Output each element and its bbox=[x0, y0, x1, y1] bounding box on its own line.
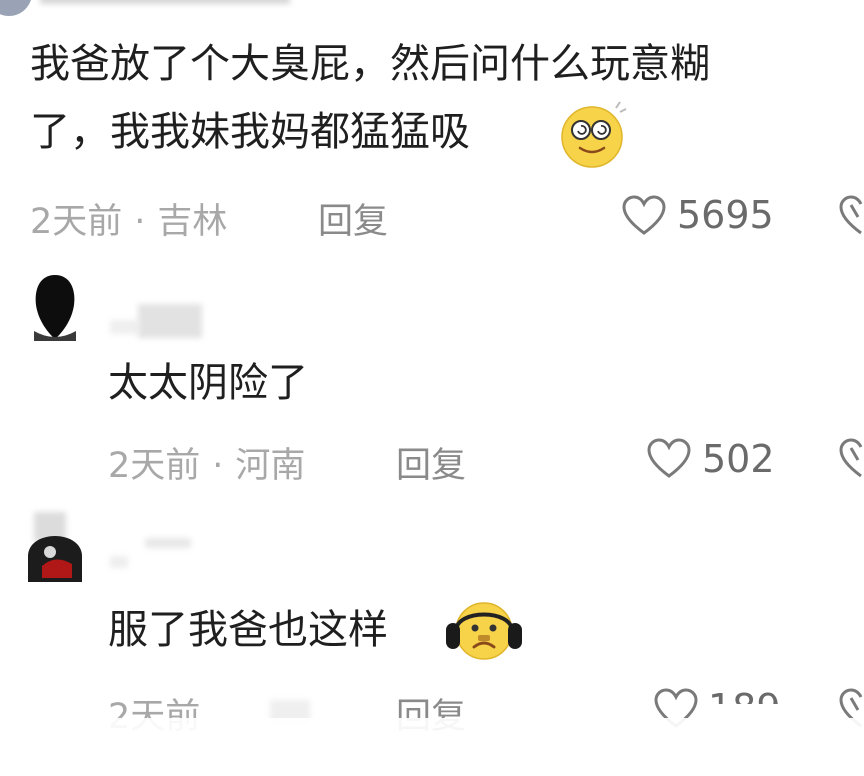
headphones-worried-face-icon bbox=[446, 602, 522, 660]
comment-time: 2天前 bbox=[30, 202, 123, 242]
top-username[interactable] bbox=[40, 0, 290, 4]
meta-separator: · bbox=[134, 202, 146, 242]
dizzy-smile-icon bbox=[561, 101, 627, 168]
heart-icon[interactable] bbox=[621, 195, 667, 237]
bottom-overlay bbox=[700, 704, 784, 776]
dislike-icon[interactable] bbox=[838, 195, 864, 237]
avatar[interactable] bbox=[28, 536, 82, 582]
meta-separator: · bbox=[212, 446, 224, 486]
dislike-icon[interactable] bbox=[838, 438, 864, 480]
comment-location: 吉林 bbox=[157, 202, 228, 242]
avatar[interactable] bbox=[32, 275, 78, 341]
like-count: 5695 bbox=[677, 193, 774, 237]
reply-button[interactable]: 回复 bbox=[396, 437, 466, 488]
comment-text-line: 了，我我妹我妈都猛猛吸 bbox=[30, 109, 470, 155]
top-avatar[interactable] bbox=[0, 0, 32, 16]
username-blurred[interactable] bbox=[110, 320, 138, 334]
comment-meta: 2天前 · 河南 bbox=[108, 437, 305, 488]
comment-location: 河南 bbox=[235, 446, 306, 486]
username-blurred[interactable] bbox=[110, 556, 128, 568]
heart-icon[interactable] bbox=[646, 438, 692, 480]
comment-text: 服了我爸也这样 bbox=[108, 607, 388, 653]
comment-meta: 2天前 · 吉林 bbox=[30, 193, 227, 244]
username-blurred[interactable] bbox=[145, 538, 191, 548]
comment-text: 太太阴险了 bbox=[108, 360, 308, 406]
username-blurred[interactable] bbox=[138, 304, 202, 338]
comment-text-line: 我爸放了个大臭屁，然后问什么玩意糊 bbox=[30, 41, 710, 87]
comment-time: 2天前 bbox=[108, 446, 201, 486]
reply-button[interactable]: 回复 bbox=[318, 193, 388, 244]
like-count: 502 bbox=[702, 437, 775, 481]
